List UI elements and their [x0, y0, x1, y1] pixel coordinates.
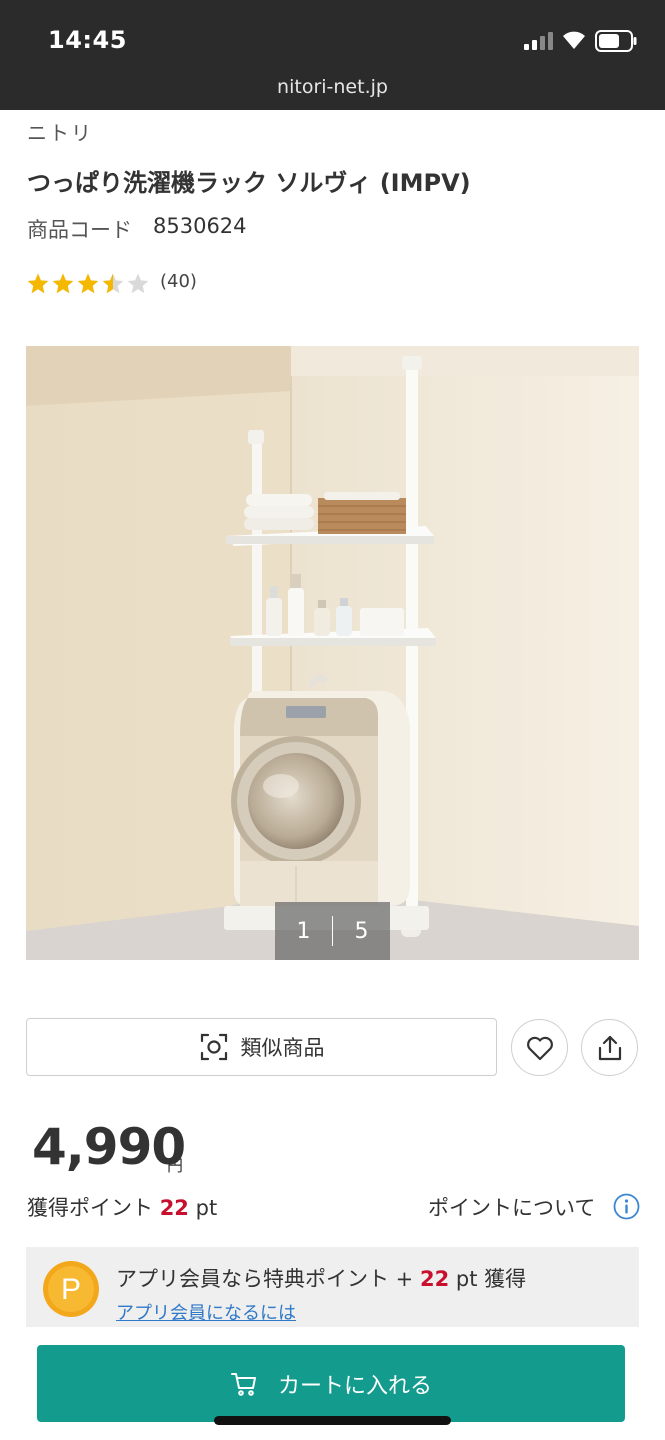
gallery-current: 1 [296, 918, 311, 944]
app-member-message: アプリ会員なら特典ポイント + 22 pt 獲得 [116, 1263, 526, 1293]
share-button[interactable] [581, 1019, 638, 1076]
star-icon [127, 273, 149, 294]
product-code-label: 商品コード [27, 218, 132, 242]
star-icon [27, 273, 49, 294]
browser-status-bar: 14:45 nitori-net.jp [0, 0, 665, 110]
star-rating[interactable] [26, 272, 150, 296]
brand-name: ニトリ [27, 121, 93, 145]
product-title: つっぱり洗濯機ラック ソルヴィ (IMPV) [27, 169, 471, 197]
signal-icon [524, 32, 553, 50]
app-member-message-prefix: アプリ会員なら特典ポイント + [116, 1267, 414, 1291]
points-info-link[interactable]: ポイントについて [428, 1192, 595, 1222]
coin-letter: P [61, 1273, 81, 1306]
heart-icon [526, 1036, 553, 1060]
battery-icon [595, 30, 637, 52]
points-coin-icon: P [43, 1261, 99, 1317]
star-icon [52, 273, 74, 294]
favorite-button[interactable] [511, 1019, 568, 1076]
become-app-member-link[interactable]: アプリ会員になるには [116, 1299, 296, 1325]
star-icon [102, 273, 124, 294]
earned-points-unit: pt [195, 1196, 218, 1220]
address-bar-url[interactable]: nitori-net.jp [0, 76, 665, 98]
image-search-icon [200, 1033, 227, 1061]
similar-items-label: 類似商品 [240, 1036, 325, 1060]
review-count[interactable]: (40) [160, 271, 197, 292]
share-icon [598, 1035, 621, 1060]
clock: 14:45 [48, 26, 127, 54]
earned-points: 獲得ポイント 22 pt [27, 1192, 217, 1222]
price-unit: 円 [167, 1156, 184, 1175]
product-code-value: 8530624 [153, 214, 247, 238]
price-amount: 4,990 [32, 1118, 186, 1176]
star-icon [77, 273, 99, 294]
gallery-total: 5 [354, 918, 369, 944]
info-icon[interactable] [613, 1193, 640, 1220]
wifi-icon [563, 31, 585, 49]
earned-points-label: 獲得ポイント [27, 1196, 153, 1220]
add-to-cart-label: カートに入れる [277, 1373, 432, 1399]
earned-points-value: 22 [159, 1196, 189, 1220]
app-member-bonus-value: 22 [419, 1267, 450, 1291]
gallery-counter: 1 5 [275, 902, 390, 960]
app-member-message-suffix: pt 獲得 [455, 1267, 527, 1291]
cart-icon [230, 1372, 256, 1396]
product-image[interactable] [26, 346, 639, 960]
app-member-banner: P アプリ会員なら特典ポイント + 22 pt 獲得 アプリ会員になるには [26, 1247, 639, 1327]
product-photo-illustration [26, 346, 639, 960]
home-indicator [214, 1416, 451, 1425]
similar-items-button[interactable]: 類似商品 [26, 1018, 497, 1076]
add-to-cart-button[interactable]: カートに入れる [37, 1345, 625, 1422]
